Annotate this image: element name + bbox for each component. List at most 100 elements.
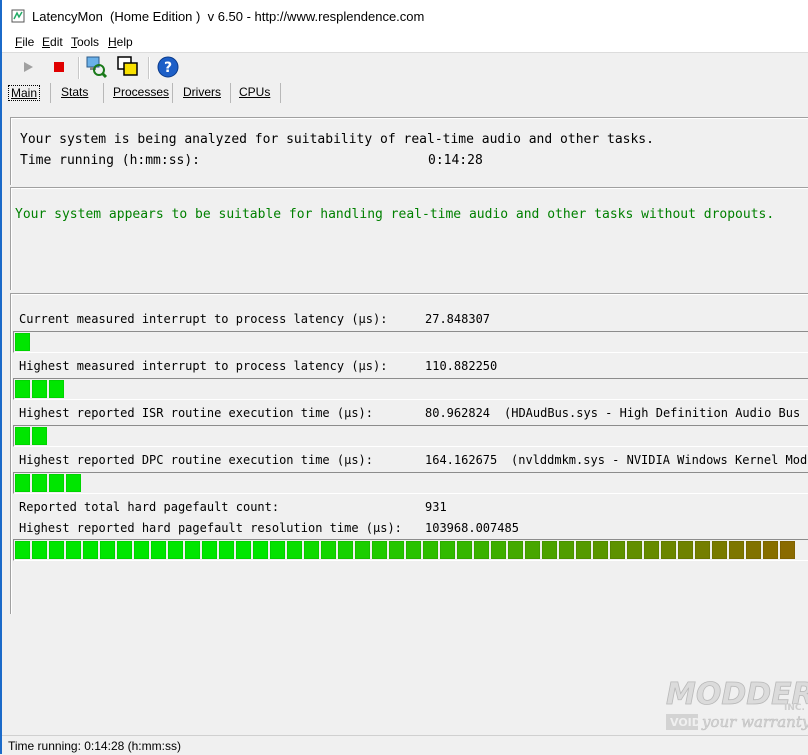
tab-stats[interactable]: Stats [61, 85, 88, 99]
bar-segment [712, 541, 727, 559]
bar-segment [66, 541, 81, 559]
windows-button[interactable] [116, 55, 140, 79]
watermark-logo: MODDERS INC. VOID your warranty [666, 677, 808, 732]
stop-button[interactable] [47, 55, 71, 79]
menu-help[interactable]: Help [108, 35, 133, 49]
tab-bar: Main Stats Processes Drivers CPUs [2, 83, 808, 103]
help-icon: ? [157, 56, 179, 78]
window-border [0, 0, 2, 754]
toolbar-separator [78, 57, 80, 79]
bar-segment [355, 541, 370, 559]
menu-bar: File Edit Tools Help [2, 32, 808, 53]
current-latency-value: 27.848307 [425, 312, 491, 326]
bar-segment [627, 541, 642, 559]
menu-edit[interactable]: Edit [42, 35, 63, 49]
verdict-text: Your system appears to be suitable for h… [15, 207, 775, 222]
svg-text:?: ? [164, 60, 172, 76]
dpc-driver: (nvlddmkm.sys - NVIDIA Windows Kernel Mo… [511, 453, 808, 467]
bar-segment [15, 427, 30, 445]
bar-segment [746, 541, 761, 559]
status-bar: Time running: 0:14:28 (h:mm:ss) [2, 735, 808, 755]
pagefault-time-value: 103968.007485 [425, 521, 519, 535]
bar-segment [729, 541, 744, 559]
verdict-panel: Your system appears to be suitable for h… [10, 187, 808, 290]
bar-segment [389, 541, 404, 559]
bar-segment [15, 333, 30, 351]
bar-segment [15, 380, 30, 398]
bar-fill [15, 474, 81, 492]
bar-segment [610, 541, 625, 559]
bar-segment [491, 541, 506, 559]
analyze-icon [86, 56, 108, 79]
bar-segment [406, 541, 421, 559]
analyze-button[interactable] [84, 55, 108, 79]
play-icon [24, 62, 33, 72]
stop-icon [54, 62, 64, 72]
highest-latency-label: Highest measured interrupt to process la… [19, 359, 388, 373]
tab-main[interactable]: Main [8, 85, 41, 101]
isr-bar [13, 425, 808, 447]
bar-segment [559, 541, 574, 559]
tab-separator [103, 83, 104, 103]
bar-segment [219, 541, 234, 559]
bar-segment [117, 541, 132, 559]
bar-segment [661, 541, 676, 559]
current-latency-label: Current measured interrupt to process la… [19, 312, 388, 326]
watermark-suffix: INC. [784, 703, 805, 713]
bar-segment [202, 541, 217, 559]
bar-segment [83, 541, 98, 559]
bar-segment [457, 541, 472, 559]
bar-segment [423, 541, 438, 559]
bar-segment [32, 427, 47, 445]
bar-segment [253, 541, 268, 559]
app-icon [11, 9, 25, 23]
bar-segment [49, 380, 64, 398]
time-running-value: 0:14:28 [428, 153, 483, 168]
window-title: LatencyMon (Home Edition ) v 6.50 - http… [32, 9, 425, 24]
menu-tools[interactable]: Tools [71, 35, 99, 49]
bar-segment [780, 541, 795, 559]
isr-driver: (HDAudBus.sys - High Definition Audio Bu… [504, 406, 808, 420]
current-latency-bar [13, 331, 808, 353]
pagefault-count-label: Reported total hard pagefault count: [19, 500, 280, 514]
bar-segment [525, 541, 540, 559]
bar-segment [236, 541, 251, 559]
bar-segment [593, 541, 608, 559]
bar-segment [508, 541, 523, 559]
bar-segment [287, 541, 302, 559]
bar-segment [576, 541, 591, 559]
bar-segment [695, 541, 710, 559]
tab-cpus[interactable]: CPUs [239, 85, 270, 99]
bar-segment [542, 541, 557, 559]
windows-icon [117, 56, 138, 76]
bar-segment [304, 541, 319, 559]
toolbar-separator [148, 57, 150, 79]
bar-fill [15, 333, 30, 351]
bar-segment [134, 541, 149, 559]
bar-segment [49, 474, 64, 492]
toolbar: ? [2, 53, 808, 83]
dpc-value: 164.162675 [425, 453, 498, 467]
status-bar-text: Time running: 0:14:28 (h:mm:ss) [8, 739, 181, 753]
highest-latency-value: 110.882250 [425, 359, 498, 373]
bar-segment [270, 541, 285, 559]
watermark-tagline-a: VOID [670, 716, 701, 729]
bar-segment [763, 541, 778, 559]
pagefault-time-bar [13, 539, 808, 561]
isr-value: 80.962824 [425, 406, 491, 420]
play-button[interactable] [16, 55, 40, 79]
bar-segment [32, 380, 47, 398]
tab-separator [230, 83, 231, 103]
help-button[interactable]: ? [156, 55, 180, 79]
tab-processes[interactable]: Processes [113, 85, 169, 99]
bar-segment [338, 541, 353, 559]
bar-segment [15, 541, 30, 559]
bar-segment [372, 541, 387, 559]
bar-fill [15, 380, 64, 398]
menu-file[interactable]: File [15, 35, 34, 49]
bar-fill [15, 541, 795, 559]
tab-drivers[interactable]: Drivers [183, 85, 221, 99]
tab-separator [280, 83, 281, 103]
dpc-bar [13, 472, 808, 494]
bar-segment [440, 541, 455, 559]
